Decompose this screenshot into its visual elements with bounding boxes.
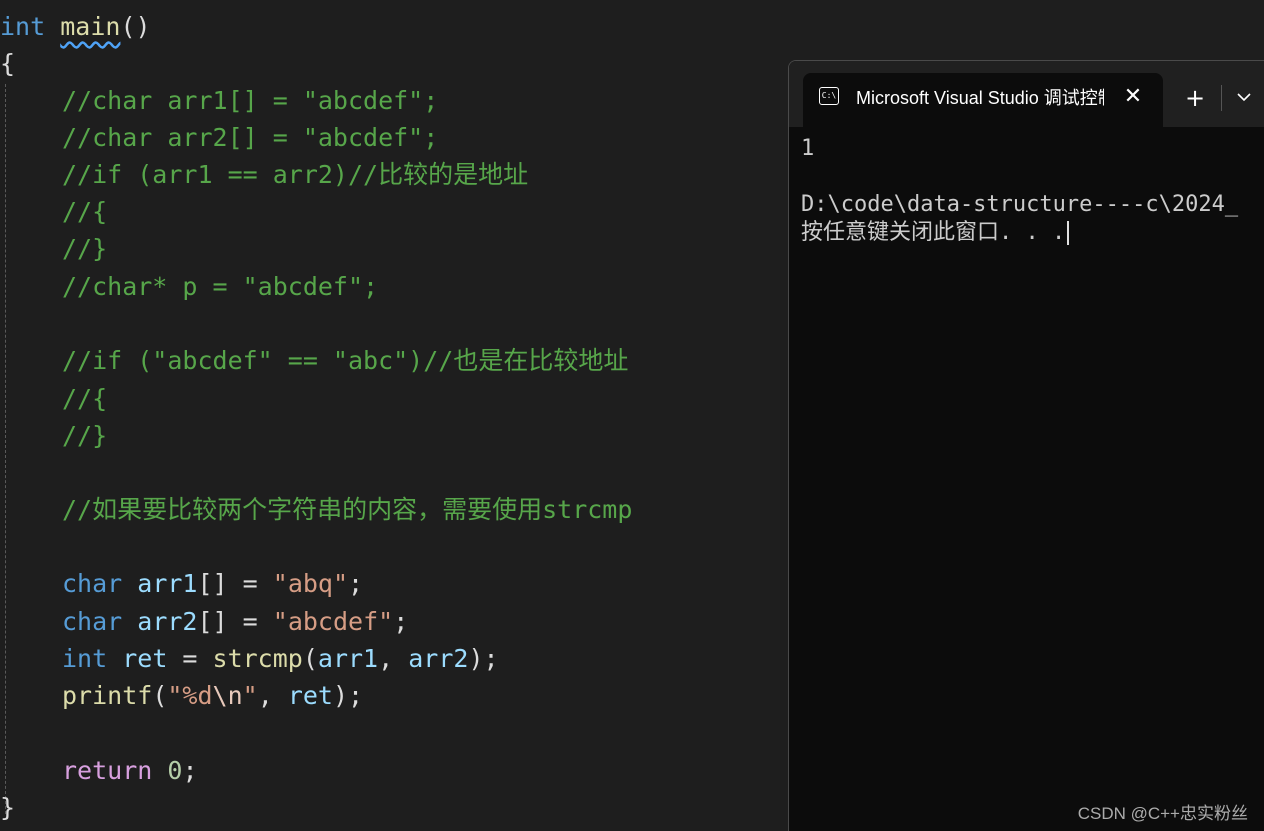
code-line-17[interactable]: char arr2[] = "abcdef"; [0,606,408,638]
chevron-down-icon [1237,93,1251,102]
number-literal: 0 [167,756,183,785]
tab-divider [1221,85,1222,111]
tab-bar: C:\ Microsoft Visual Studio 调试控制台 ✕ + [789,61,1264,127]
code-line-1[interactable]: int main() [0,11,151,43]
console-text: 按任意键关闭此窗口. . . [801,220,1066,245]
punctuation: ( [302,644,318,673]
semicolon: ; [348,569,364,598]
debug-console-window[interactable]: C:\ Microsoft Visual Studio 调试控制台 ✕ + 1 … [788,60,1264,831]
code-line-22[interactable]: } [0,792,15,824]
punctuation: () [120,12,151,41]
keyword: int [0,12,46,41]
keyword: return [62,756,153,785]
watermark: CSDN @C++忠实粉丝 [1077,804,1248,823]
tab-dropdown-button[interactable] [1229,83,1259,113]
code-line-21[interactable]: return 0; [0,755,198,787]
string-literal: " [242,681,258,710]
new-tab-button[interactable]: + [1177,83,1213,113]
variable: arr2 [408,644,469,673]
code-line-10[interactable]: //if ("abcdef" == "abc")//也是在比较地址 [0,345,628,377]
text-cursor [1067,221,1070,245]
punctuation: , [257,681,288,710]
semicolon: ; [393,607,409,636]
code-line-6[interactable]: //{ [0,196,107,228]
punctuation: [] = [197,569,273,598]
punctuation: ( [152,681,168,710]
semicolon: ; [182,756,198,785]
keyword: char [62,569,123,598]
brace-open: { [0,49,16,78]
code-line-7[interactable]: //} [0,233,107,265]
close-tab-button[interactable]: ✕ [1121,83,1145,111]
variable: arr2 [137,607,198,636]
console-line-prompt: 按任意键关闭此窗口. . . [801,219,1070,247]
punctuation: ); [468,644,499,673]
code-line-3[interactable]: //char arr1[] = "abcdef"; [0,85,438,117]
keyword: int [62,644,108,673]
code-line-16[interactable]: char arr1[] = "abq"; [0,568,363,600]
punctuation: ); [332,681,364,710]
escape-sequence: \n [212,681,243,710]
console-output[interactable]: 1 D:\code\data-structure----c\2024_ 按任意键… [801,127,1261,727]
variable: arr1 [137,569,198,598]
function-name: printf [62,681,153,710]
variable: arr1 [317,644,379,673]
variable: ret [287,681,333,710]
brace-close: } [0,793,16,822]
terminal-icon: C:\ [819,87,839,105]
function-name: main [60,12,121,41]
code-line-12[interactable]: //} [0,420,107,452]
tab-title: Microsoft Visual Studio 调试控制台 [856,88,1104,108]
code-line-5[interactable]: //if (arr1 == arr2)//比较的是地址 [0,159,528,191]
string-literal: "abcdef" [272,607,394,636]
punctuation: = [167,644,213,673]
punctuation: [] = [197,607,273,636]
string-literal: "%d [167,681,213,710]
code-line-11[interactable]: //{ [0,383,107,415]
function-name: strcmp [212,644,303,673]
code-line-4[interactable]: //char arr2[] = "abcdef"; [0,122,438,154]
code-line-2[interactable]: { [0,48,15,80]
keyword: char [62,607,123,636]
console-line: D:\code\data-structure----c\2024_ [801,192,1239,217]
console-line: 1 [801,136,815,161]
punctuation: , [378,644,409,673]
string-literal: "abq" [272,569,349,598]
code-line-18[interactable]: int ret = strcmp(arr1, arr2); [0,643,499,675]
variable: ret [122,644,168,673]
code-line-14[interactable]: //如果要比较两个字符串的内容，需要使用strcmp [0,494,632,526]
code-line-8[interactable]: //char* p = "abcdef"; [0,271,378,303]
code-line-19[interactable]: printf("%d\n", ret); [0,680,363,712]
console-tab[interactable]: C:\ Microsoft Visual Studio 调试控制台 ✕ [803,73,1163,127]
